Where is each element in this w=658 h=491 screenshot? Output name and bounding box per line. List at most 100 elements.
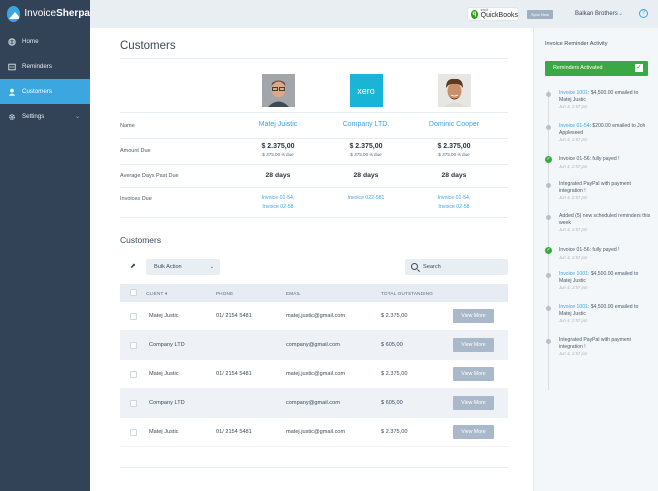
app-logo[interactable]: InvoiceSherpa [0, 0, 90, 27]
man-glasses-avatar [261, 74, 295, 107]
invoice-link[interactable]: Invoice 1001 [559, 271, 588, 277]
sidebar-item-label: Customers [22, 88, 52, 95]
customer-avatar[interactable] [238, 74, 318, 112]
amount-due-value: $ 2.375,00 [261, 143, 295, 150]
row-checkbox[interactable] [130, 313, 137, 320]
search-input[interactable]: Search [405, 259, 508, 275]
customer-name-link[interactable]: Matej Juistic [233, 121, 323, 128]
row-checkbox[interactable] [130, 371, 137, 378]
sidebar-item-customers[interactable]: Customers [0, 79, 90, 104]
activity-text: Integrated PayPal with payment integrati… [559, 337, 631, 350]
chevron-down-icon[interactable]: ⌄ [618, 10, 623, 17]
activity-text: Invoice 01-56: fully payed ! [559, 247, 620, 253]
table-row: Matej Justic 01/ 2154 5481 matej.justic@… [120, 418, 508, 447]
phone: 01/ 2154 5481 [216, 371, 252, 377]
column-client[interactable]: CLIENT ▾ [146, 291, 167, 297]
sidebar-item-reminders[interactable]: Reminders [0, 54, 90, 79]
total-outstanding: $ 605,00 [381, 400, 403, 406]
xero-logo: xero [349, 74, 383, 107]
timeline-dot-icon [546, 92, 551, 97]
bulk-action-dropdown[interactable]: Bulk Action ⌄ [146, 259, 220, 275]
client-name: Matej Justic [149, 429, 179, 435]
invoices-due-label: Invoices Due [120, 196, 152, 202]
activity-text: Invoice 01-56: fully payed ! [559, 156, 620, 162]
man-curly-avatar [437, 74, 471, 107]
company-selector[interactable]: Balkan Brothers [575, 11, 618, 17]
activity-text: Integrated PayPal with payment integrati… [559, 181, 631, 194]
column-total: TOTAL OUTSTANDING [381, 291, 433, 296]
amount-due-label: Amount Due [120, 148, 151, 154]
view-more-button[interactable]: View More [453, 309, 494, 323]
sidebar-item-label: Reminders [22, 63, 52, 70]
client-name: Company LTD [149, 342, 185, 348]
table-toolbar: ⬈ Bulk Action ⌄ Search [120, 258, 508, 276]
view-more-button[interactable]: View More [453, 396, 494, 410]
client-name: Matej Justic [149, 313, 179, 319]
reminder-icon [8, 63, 16, 71]
amount-due-sub: $ 375.00 is due [262, 152, 294, 157]
quickbooks-connection[interactable]: q intuit QuickBooks [467, 7, 519, 21]
timeline-dot-icon [546, 125, 551, 130]
total-outstanding: $ 2.375,00 [381, 313, 408, 319]
amount-due-sub: $ 375.00 is due [350, 152, 382, 157]
customer-avatar[interactable] [414, 74, 494, 112]
customer-name-link[interactable]: Dominic Cooper [409, 121, 499, 128]
activity-text: Added (5) new scheduled reminders this w… [559, 213, 651, 226]
logo-suffix: Sherpa [56, 8, 90, 19]
divider [120, 112, 508, 113]
table-row: Company LTD company@gmail.com $ 605,00 V… [120, 389, 508, 418]
invoice-link[interactable]: Invoice 1001 [559, 90, 588, 96]
row-checkbox[interactable] [130, 342, 137, 349]
customer-name-link[interactable]: Company LTD. [321, 121, 411, 128]
row-checkbox[interactable] [130, 429, 137, 436]
qb-label: QuickBooks [480, 12, 518, 20]
divider [120, 217, 508, 218]
total-outstanding: $ 605,00 [381, 342, 403, 348]
invoice-link[interactable]: Invoice 01-54, [409, 194, 499, 203]
invoice-link[interactable]: Invoice 01-54 [559, 123, 590, 129]
sidebar-item-home[interactable]: Home [0, 29, 90, 54]
view-more-button[interactable]: View More [453, 367, 494, 381]
avg-days-value: 28 days [441, 172, 467, 179]
activity-date: Jun 4, 2:57 pm [559, 227, 588, 233]
success-check-icon: ✓ [545, 156, 552, 163]
sync-now-button[interactable]: Sync Now [527, 10, 553, 19]
reminders-activated-toggle[interactable]: Reminders Activated ✓ [545, 61, 648, 76]
divider [120, 467, 508, 468]
sidebar: InvoiceSherpa Home Reminders Customers S… [0, 0, 90, 491]
client-name: Matej Justic [149, 371, 179, 377]
section-title: Customers [120, 235, 162, 245]
client-name: Company LTD [149, 400, 185, 406]
invoice-link[interactable]: Invoice 022-581 [321, 194, 411, 203]
gear-icon [8, 113, 16, 121]
customer-avatar[interactable]: xero [326, 74, 406, 107]
expand-arrow-icon[interactable]: ⬈ [130, 262, 136, 270]
reminder-activity-panel: Invoice Reminder Activity Reminders Acti… [533, 28, 658, 491]
activity-date: Jun 4, 2:57 pm [559, 137, 588, 143]
quickbooks-logo-icon: q [471, 9, 478, 19]
avg-days-value: 28 days [265, 172, 291, 179]
table-row: Company LTD company@gmail.com $ 605,00 V… [120, 331, 508, 360]
invoice-link[interactable]: Invoice 01-54, [233, 194, 323, 203]
invoice-link[interactable]: Invoice 1001 [559, 304, 588, 310]
invoice-link[interactable]: Invoice 02-58 [409, 203, 499, 212]
invoice-link[interactable]: Invoice 02-58 [233, 203, 323, 212]
email: company@gmail.com [286, 342, 340, 348]
avg-days-value: 28 days [353, 172, 379, 179]
sidebar-item-label: Settings [22, 113, 45, 120]
activity-date: Jun 4, 2:57 pm [559, 254, 588, 260]
view-more-button[interactable]: View More [453, 425, 494, 439]
top-bar: q intuit QuickBooks Sync Now Balkan Broth… [90, 0, 658, 28]
activity-date: Jun 4, 2:57 pm [559, 285, 588, 291]
activity-date: Jun 4, 2:57 pm [559, 195, 588, 201]
timeline-dot-icon [546, 306, 551, 311]
page-title: Customers [120, 40, 176, 52]
divider [120, 164, 508, 165]
select-all-checkbox[interactable] [130, 289, 137, 296]
timeline-dot-icon [546, 339, 551, 344]
view-more-button[interactable]: View More [453, 338, 494, 352]
sidebar-item-settings[interactable]: Settings ⌄ [0, 104, 90, 129]
row-checkbox[interactable] [130, 400, 137, 407]
help-icon[interactable]: ? [639, 9, 648, 18]
bulk-action-label: Bulk Action [154, 264, 182, 270]
